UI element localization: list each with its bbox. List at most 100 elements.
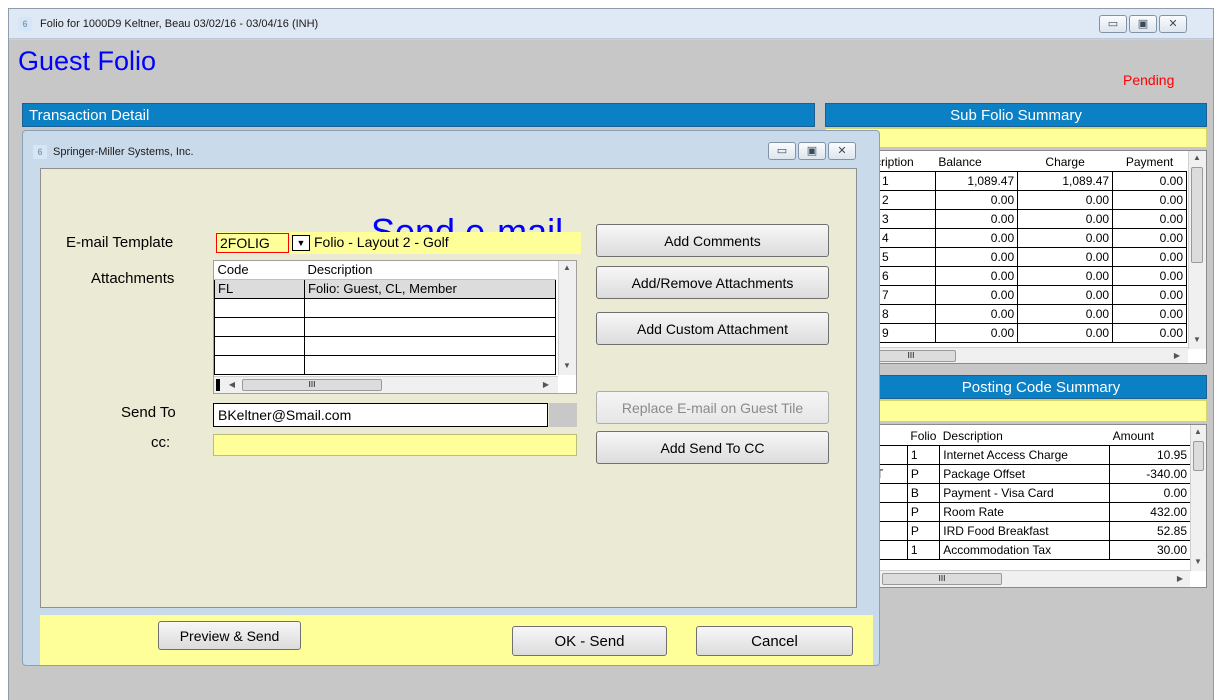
send-to-input[interactable]: BKeltner@Smail.com xyxy=(213,403,548,427)
scroll-thumb[interactable] xyxy=(1193,441,1204,471)
scroll-thumb[interactable]: III xyxy=(242,379,382,391)
dropdown-arrow-icon[interactable]: ▼ xyxy=(292,235,310,251)
scroll-up-icon[interactable]: ▲ xyxy=(1191,427,1205,436)
app-icon: 6 xyxy=(18,17,32,31)
posting-code-vscroll[interactable]: ▲ ▼ xyxy=(1190,425,1206,571)
cancel-button[interactable]: Cancel xyxy=(696,626,853,656)
preview-send-button[interactable]: Preview & Send xyxy=(158,621,301,650)
scroll-right-icon[interactable]: ▶ xyxy=(540,380,552,389)
posting-code-cell-description: Internet Access Charge xyxy=(939,444,1111,465)
posting-code-hscroll[interactable]: III ▶ xyxy=(876,570,1190,587)
posting-code-cell-description: Payment - Visa Card xyxy=(939,482,1111,503)
scroll-down-icon[interactable]: ▼ xyxy=(1189,335,1205,344)
column-header[interactable]: Payment xyxy=(1112,153,1187,171)
ok-send-button[interactable]: OK - Send xyxy=(512,626,667,656)
maximize-button[interactable]: ▣ xyxy=(798,142,826,160)
template-code-field[interactable]: 2FOLIG xyxy=(216,233,289,253)
posting-code-row[interactable]: TPPackage Offset-340.00 xyxy=(876,463,1191,484)
posting-code-row[interactable]: P Room Rate 432.00 xyxy=(876,501,1191,522)
sub-folio-row[interactable]: 8 0.00 0.00 0.00 xyxy=(872,303,1187,324)
scroll-down-icon[interactable]: ▼ xyxy=(1191,557,1205,566)
posting-code-cell-description: Room Rate xyxy=(939,501,1111,522)
template-name: Folio - Layout 2 - Golf xyxy=(314,234,449,250)
sub-folio-cell-charge: 0.00 xyxy=(1017,208,1114,229)
attachment-row[interactable]: FL Folio: Guest, CL, Member xyxy=(214,278,556,299)
template-label: E-mail Template xyxy=(66,234,174,251)
replace-email-button[interactable]: Replace E-mail on Guest Tile xyxy=(596,391,829,424)
sub-folio-row[interactable]: 1 1,089.47 1,089.47 0.00 xyxy=(872,170,1187,191)
sub-folio-cell-label: 7 xyxy=(872,284,936,305)
posting-code-row[interactable]: P IRD Food Breakfast 52.85 xyxy=(876,520,1191,541)
add-send-to-cc-button[interactable]: Add Send To CC xyxy=(596,431,829,464)
attachment-row[interactable] xyxy=(214,316,556,337)
add-comments-button[interactable]: Add Comments xyxy=(596,224,829,257)
attachment-row[interactable] xyxy=(214,335,556,356)
column-header[interactable]: cription xyxy=(872,153,936,171)
add-custom-attachment-button[interactable]: Add Custom Attachment xyxy=(596,312,829,345)
template-row: 2FOLIG ▼ Folio - Layout 2 - Golf xyxy=(216,232,581,254)
main-titlebar[interactable]: 6 Folio for 1000D9 Keltner, Beau 03/02/1… xyxy=(9,9,1213,39)
posting-code-row[interactable]: 1 Internet Access Charge 10.95 xyxy=(876,444,1191,465)
posting-code-summary-header: Posting Code Summary xyxy=(875,375,1207,399)
close-button[interactable]: ✕ xyxy=(1159,15,1187,33)
column-header[interactable]: Folio xyxy=(907,427,940,445)
scroll-left-icon[interactable]: ◀ xyxy=(226,380,238,389)
column-header[interactable]: Balance xyxy=(935,153,1018,171)
sub-folio-vscroll[interactable]: ▲ ▼ xyxy=(1188,151,1206,349)
dialog-title: Springer-Miller Systems, Inc. xyxy=(53,146,194,158)
posting-code-row[interactable]: B Payment - Visa Card 0.00 xyxy=(876,482,1191,503)
sub-folio-cell-charge: 0.00 xyxy=(1017,189,1114,210)
attachments-vscroll[interactable]: ▲ ▼ xyxy=(558,261,576,375)
sub-folio-row[interactable]: 7 0.00 0.00 0.00 xyxy=(872,284,1187,305)
sub-folio-cell-label: 6 xyxy=(872,265,936,286)
attachment-row[interactable] xyxy=(214,354,556,375)
scroll-right-icon[interactable]: ▶ xyxy=(1174,574,1186,583)
sub-folio-cell-payment: 0.00 xyxy=(1112,189,1187,210)
scroll-thumb[interactable]: III xyxy=(882,573,1002,585)
sub-folio-cell-balance: 0.00 xyxy=(934,227,1019,248)
posting-code-table: Folio Description Amount 1 Internet Acces… xyxy=(876,427,1191,560)
sub-folio-cell-payment: 0.00 xyxy=(1112,284,1187,305)
sub-folio-cell-payment: 0.00 xyxy=(1112,322,1187,343)
scroll-down-icon[interactable]: ▼ xyxy=(559,361,575,370)
column-header[interactable]: Code xyxy=(214,261,305,280)
scroll-up-icon[interactable]: ▲ xyxy=(1189,153,1205,162)
column-header[interactable]: Charge xyxy=(1017,153,1113,171)
sub-folio-cell-payment: 0.00 xyxy=(1112,265,1187,286)
sub-folio-row[interactable]: 3 0.00 0.00 0.00 xyxy=(872,208,1187,229)
posting-code-cell-amount: 10.95 xyxy=(1109,444,1191,465)
status-pending: Pending xyxy=(1123,72,1175,88)
attachment-cell-code xyxy=(214,297,305,318)
attachment-cell-code xyxy=(214,354,305,375)
attachments-hscroll[interactable]: ◀ III ▶ xyxy=(214,376,558,393)
posting-code-filter-strip xyxy=(875,400,1207,422)
sub-folio-cell-label: 9 xyxy=(872,322,936,343)
posting-code-cell-description: Package Offset xyxy=(939,463,1111,484)
cc-input[interactable] xyxy=(213,434,577,456)
sub-folio-cell-charge: 1,089.47 xyxy=(1017,170,1114,191)
add-remove-attachments-button[interactable]: Add/Remove Attachments xyxy=(596,266,829,299)
sub-folio-row[interactable]: 2 0.00 0.00 0.00 xyxy=(872,189,1187,210)
column-header[interactable]: Description xyxy=(939,427,1110,445)
attachment-row[interactable] xyxy=(214,297,556,318)
scroll-right-icon[interactable]: ▶ xyxy=(1171,351,1183,360)
sub-folio-grid: cription Balance Charge Payment 1 1,089.4… xyxy=(825,150,1207,364)
attachment-cell-description xyxy=(304,335,556,356)
sub-folio-hscroll[interactable]: III ▶ xyxy=(826,347,1188,363)
close-button[interactable]: ✕ xyxy=(828,142,856,160)
sub-folio-cell-label: 5 xyxy=(872,246,936,267)
minimize-button[interactable]: ▭ xyxy=(768,142,796,160)
column-header[interactable]: Amount xyxy=(1109,427,1191,445)
scroll-thumb[interactable] xyxy=(1191,167,1203,263)
sub-folio-row[interactable]: 4 0.00 0.00 0.00 xyxy=(872,227,1187,248)
sub-folio-cell-balance: 0.00 xyxy=(934,284,1019,305)
minimize-button[interactable]: ▭ xyxy=(1099,15,1127,33)
sub-folio-row[interactable]: 9 0.00 0.00 0.00 xyxy=(872,322,1187,343)
maximize-button[interactable]: ▣ xyxy=(1129,15,1157,33)
column-header[interactable]: Description xyxy=(304,261,556,280)
sub-folio-cell-payment: 0.00 xyxy=(1112,227,1187,248)
posting-code-row[interactable]: 1 Accommodation Tax 30.00 xyxy=(876,539,1191,560)
sub-folio-row[interactable]: 5 0.00 0.00 0.00 xyxy=(872,246,1187,267)
sub-folio-row[interactable]: 6 0.00 0.00 0.00 xyxy=(872,265,1187,286)
scroll-up-icon[interactable]: ▲ xyxy=(559,263,575,272)
